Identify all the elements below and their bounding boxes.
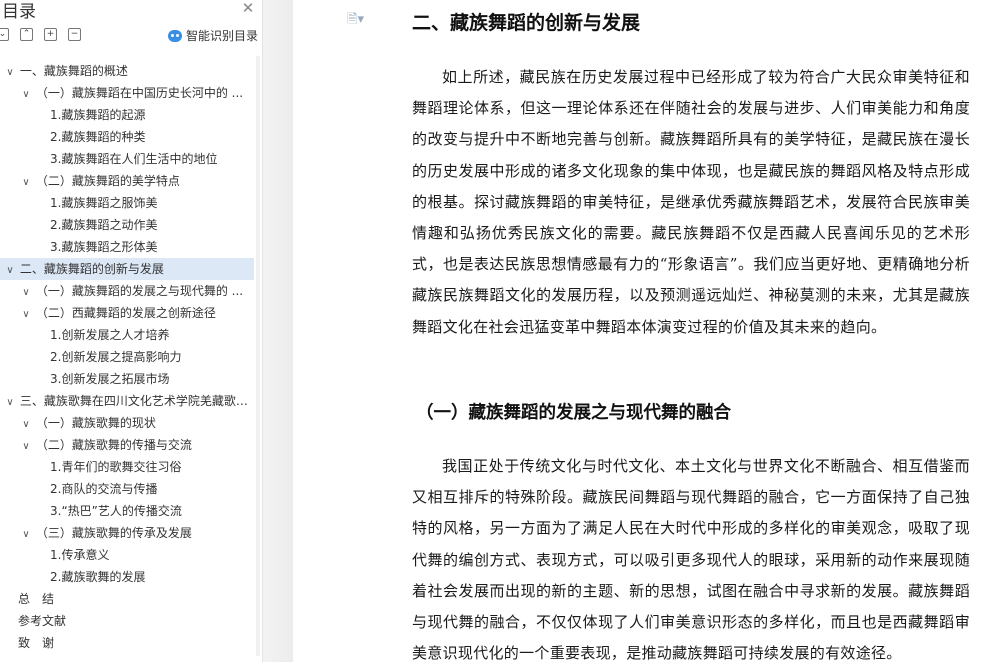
toc-item[interactable]: 1.创新发展之人才培养 [0, 324, 254, 346]
toc-item-label: （一）藏族歌舞的现状 [35, 416, 156, 430]
chevron-down-icon[interactable]: ∨ [20, 84, 32, 104]
chevron-down-icon[interactable]: ∨ [4, 260, 16, 280]
toc-item-label: 3.创新发展之拓展市场 [50, 372, 170, 386]
toc-item-label: 2.藏族舞蹈的种类 [50, 130, 146, 144]
toc-item-label: 2.藏族舞蹈之动作美 [50, 218, 158, 232]
ai-assistant-icon [168, 29, 182, 42]
add-icon[interactable]: + [44, 28, 57, 41]
toc-item[interactable]: ∨ 二、藏族舞蹈的创新与发展 [0, 258, 254, 280]
sidebar-scrollbar[interactable] [256, 56, 260, 656]
toc-item-label: 三、藏族歌舞在四川文化艺术学院羌藏歌 ... [19, 394, 252, 408]
toc-item-label: 总 结 [18, 592, 55, 606]
toc-item-label: （三）藏族歌舞的传承及发展 [35, 526, 192, 540]
chevron-down-icon[interactable]: ∨ [20, 172, 32, 192]
expand-icon[interactable]: ⌃ [20, 28, 33, 41]
toc-item-label: （二）藏族歌舞的传播与交流 [35, 438, 192, 452]
toc-item-label: （二）西藏舞蹈的发展之创新途径 [35, 306, 216, 320]
toc-item[interactable]: 3.创新发展之拓展市场 [0, 368, 254, 390]
chevron-down-icon[interactable]: ∨ [20, 524, 32, 544]
toc-sidebar: 目录 ✕ ⌄ ⌃ + − 智能识别目录 ∨ 一、藏族舞蹈的概述∨ （一）藏族舞蹈… [0, 0, 263, 662]
toc-item-label: （一）藏族舞蹈的发展之与现代舞的 ... [35, 284, 244, 298]
toc-item[interactable]: 1.青年们的歌舞交往习俗 [0, 456, 254, 478]
toc-item[interactable]: ∨ 一、藏族舞蹈的概述 [0, 60, 254, 82]
toc-item-label: 1.传承意义 [50, 548, 110, 562]
toc-title: 目录 [2, 2, 36, 22]
toc-item-label: （二）藏族舞蹈的美学特点 [35, 174, 180, 188]
toc-item[interactable]: ∨ （二）西藏舞蹈的发展之创新途径 [0, 302, 254, 324]
paragraph-2: 我国正处于传统文化与时代文化、本土文化与世界文化不断融合、相互借鉴而又相互排斥的… [412, 457, 970, 663]
heading-2: （一）藏族舞蹈的发展之与现代舞的融合 [416, 403, 731, 423]
chevron-down-icon[interactable]: ∨ [4, 62, 16, 82]
toc-item-label: 1.青年们的歌舞交往习俗 [50, 460, 182, 474]
toc-item-label: 3.藏族舞蹈在人们生活中的地位 [50, 152, 218, 166]
chevron-down-icon[interactable]: ∨ [20, 304, 32, 324]
toc-list: ∨ 一、藏族舞蹈的概述 ∨ （一）藏族舞蹈在中国历史长河中的 ... 1.藏族舞蹈的… [0, 60, 254, 654]
document-icon[interactable]: 🗎▾ [347, 10, 369, 28]
chevron-down-icon[interactable]: ∨ [20, 282, 32, 302]
toc-item-label: 参考文献 [18, 614, 67, 628]
toc-item[interactable]: ∨ （二）藏族歌舞的传播与交流 [0, 434, 254, 456]
heading-1: 二、藏族舞蹈的创新与发展 [412, 12, 641, 34]
paragraph-1: 如上所述，藏民族在历史发展过程中已经形成了较为符合广大民众审美特征和舞蹈理论体系… [412, 68, 970, 336]
toc-item[interactable]: 2.创新发展之提高影响力 [0, 346, 254, 368]
toc-item[interactable]: ∨ （三）藏族歌舞的传承及发展 [0, 522, 254, 544]
toc-item-label: 2.创新发展之提高影响力 [50, 350, 182, 364]
toc-item-label: 1.藏族舞蹈之服饰美 [50, 196, 158, 210]
toc-item[interactable]: 2.藏族歌舞的发展 [0, 566, 254, 588]
toc-item-label: 1.创新发展之人才培养 [50, 328, 170, 342]
toc-item[interactable]: 总 结 [0, 588, 254, 610]
toc-item-label: 二、藏族舞蹈的创新与发展 [19, 262, 164, 276]
toc-item-label: 致 谢 [18, 636, 55, 650]
toc-item-label: （一）藏族舞蹈在中国历史长河中的 ... [35, 86, 244, 100]
close-icon[interactable]: ✕ [240, 0, 256, 16]
ai-toc-label: 智能识别目录 [186, 29, 259, 43]
toc-item[interactable]: 1.藏族舞蹈之服饰美 [0, 192, 254, 214]
toc-item[interactable]: ∨ （一）藏族歌舞的现状 [0, 412, 254, 434]
toc-item-label: 3.藏族舞蹈之形体美 [50, 240, 158, 254]
toc-item[interactable]: 参考文献 [0, 610, 254, 632]
toc-item[interactable]: ∨ （一）藏族舞蹈在中国历史长河中的 ... [0, 82, 254, 104]
chevron-down-icon[interactable]: ∨ [20, 436, 32, 456]
toc-item[interactable]: 1.藏族舞蹈的起源 [0, 104, 254, 126]
ai-toc-button[interactable]: 智能识别目录 [168, 27, 258, 44]
toc-item[interactable]: 3.藏族舞蹈之形体美 [0, 236, 254, 258]
toc-item[interactable]: 2.藏族舞蹈之动作美 [0, 214, 254, 236]
toc-item[interactable]: 致 谢 [0, 632, 254, 654]
toc-item-label: 3.“热巴”艺人的传播交流 [50, 504, 182, 518]
toc-item-label: 一、藏族舞蹈的概述 [19, 64, 128, 78]
toc-item[interactable]: 2.商队的交流与传播 [0, 478, 254, 500]
toc-item[interactable]: 3.藏族舞蹈在人们生活中的地位 [0, 148, 254, 170]
toc-item[interactable]: ∨ （一）藏族舞蹈的发展之与现代舞的 ... [0, 280, 254, 302]
toc-item[interactable]: ∨ 三、藏族歌舞在四川文化艺术学院羌藏歌 ... [0, 390, 254, 412]
page-gutter [263, 0, 293, 662]
chevron-down-icon[interactable]: ∨ [4, 392, 16, 412]
toc-item[interactable]: 3.“热巴”艺人的传播交流 [0, 500, 254, 522]
toc-item[interactable]: 1.传承意义 [0, 544, 254, 566]
toc-item-label: 2.商队的交流与传播 [50, 482, 158, 496]
toc-item-label: 1.藏族舞蹈的起源 [50, 108, 146, 122]
collapse-all-icon[interactable]: ⌄ [0, 28, 9, 41]
remove-icon[interactable]: − [68, 28, 81, 41]
toc-item[interactable]: 2.藏族舞蹈的种类 [0, 126, 254, 148]
toc-item-label: 2.藏族歌舞的发展 [50, 570, 146, 584]
toc-item[interactable]: ∨ （二）藏族舞蹈的美学特点 [0, 170, 254, 192]
chevron-down-icon[interactable]: ∨ [20, 414, 32, 434]
